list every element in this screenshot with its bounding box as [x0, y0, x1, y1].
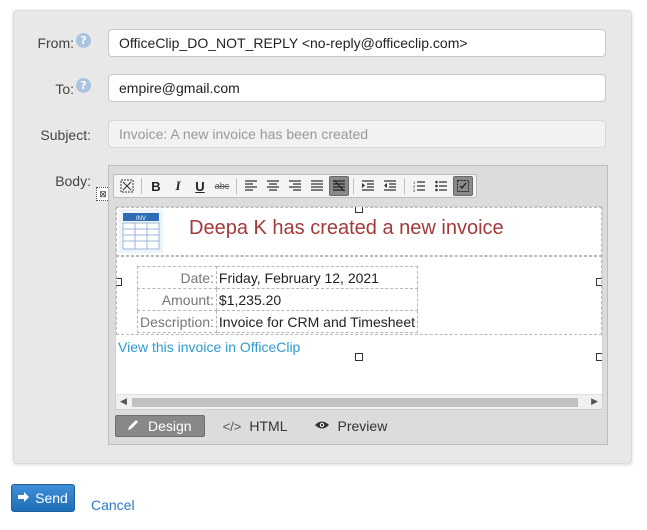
amount-value: $1,235.20: [215, 288, 419, 311]
svg-text:3: 3: [413, 188, 416, 192]
toolbar-separator: [353, 178, 354, 194]
to-help-icon[interactable]: ?: [76, 78, 91, 93]
tab-preview-label: Preview: [337, 418, 388, 434]
clear-formatting-icon[interactable]: [329, 176, 349, 196]
date-label: Date:: [137, 266, 217, 289]
align-left-icon[interactable]: [241, 176, 261, 196]
code-icon: </>: [222, 418, 242, 434]
underline-button[interactable]: U: [190, 176, 210, 196]
date-value: Friday, February 12, 2021: [215, 266, 419, 289]
scrollbar-thumb[interactable]: [132, 398, 578, 407]
invoice-thumbnail-icon: INV: [119, 209, 163, 253]
pencil-icon: [126, 418, 140, 435]
from-field[interactable]: OfficeClip_DO_NOT_REPLY <no-reply@office…: [108, 29, 606, 57]
editor-mode-tabs: Design </> HTML Preview: [115, 415, 405, 437]
strikethrough-button[interactable]: abc: [212, 176, 232, 196]
toolbar-separator: [141, 178, 142, 194]
select-all-icon[interactable]: [117, 176, 137, 196]
paste-format-icon[interactable]: [453, 176, 473, 196]
align-right-icon[interactable]: [285, 176, 305, 196]
description-value: Invoice for CRM and Timesheet: [215, 310, 419, 333]
scroll-right-icon[interactable]: ▶: [591, 396, 598, 407]
indent-icon[interactable]: [358, 176, 378, 196]
invoice-details-table: Date: Friday, February 12, 2021 Amount: …: [137, 266, 419, 333]
tab-html-label: HTML: [249, 418, 288, 434]
to-label: To:: [55, 81, 74, 97]
table-row: Date: Friday, February 12, 2021: [137, 266, 419, 289]
tab-preview[interactable]: Preview: [306, 416, 396, 436]
send-button[interactable]: Send: [11, 484, 75, 512]
bold-button[interactable]: B: [146, 176, 166, 196]
to-field[interactable]: empire@gmail.com: [108, 74, 606, 102]
tab-design[interactable]: Design: [115, 415, 205, 437]
resize-handle[interactable]: [355, 207, 363, 213]
amount-label: Amount:: [137, 288, 217, 311]
send-label: Send: [35, 490, 68, 506]
subject-field: Invoice: A new invoice has been created: [108, 120, 606, 148]
editor-content-area[interactable]: INV Deepa K has created a new invoice Da…: [115, 206, 603, 410]
toolbar-separator: [236, 178, 237, 194]
bullet-list-icon[interactable]: [431, 176, 451, 196]
italic-button[interactable]: I: [168, 176, 188, 196]
rich-text-editor: B I U abc 1 2 3 INV Deepa K has created …: [108, 165, 608, 445]
subject-label: Subject:: [40, 127, 91, 143]
editor-toolbar: B I U abc 1 2 3: [113, 174, 477, 198]
description-label: Description:: [137, 310, 217, 333]
tab-html[interactable]: </> HTML: [215, 416, 296, 436]
numbered-list-icon[interactable]: 123: [409, 176, 429, 196]
send-arrow-icon: [18, 490, 30, 506]
resize-handle[interactable]: [355, 353, 363, 361]
table-row: Description: Invoice for CRM and Timeshe…: [137, 310, 419, 333]
cancel-link[interactable]: Cancel: [91, 497, 135, 513]
scroll-left-icon[interactable]: ◀: [120, 396, 127, 407]
resize-handle[interactable]: [596, 353, 602, 361]
tab-design-label: Design: [148, 418, 192, 434]
from-help-icon[interactable]: ?: [76, 33, 91, 48]
table-row: Amount: $1,235.20: [137, 288, 419, 311]
from-label: From:: [37, 35, 74, 51]
justify-icon[interactable]: [307, 176, 327, 196]
horizontal-scrollbar[interactable]: ◀ ▶: [116, 394, 602, 409]
outdent-icon[interactable]: [380, 176, 400, 196]
toolbar-separator: [404, 178, 405, 194]
align-center-icon[interactable]: [263, 176, 283, 196]
thumbnail-label: INV: [136, 216, 146, 222]
eye-icon: [314, 419, 330, 434]
invoice-heading: Deepa K has created a new invoice: [189, 217, 504, 239]
body-label: Body:: [55, 173, 91, 189]
email-compose-panel: From: ? OfficeClip_DO_NOT_REPLY <no-repl…: [13, 10, 632, 464]
view-invoice-link[interactable]: View this invoice in OfficeClip: [118, 339, 300, 355]
